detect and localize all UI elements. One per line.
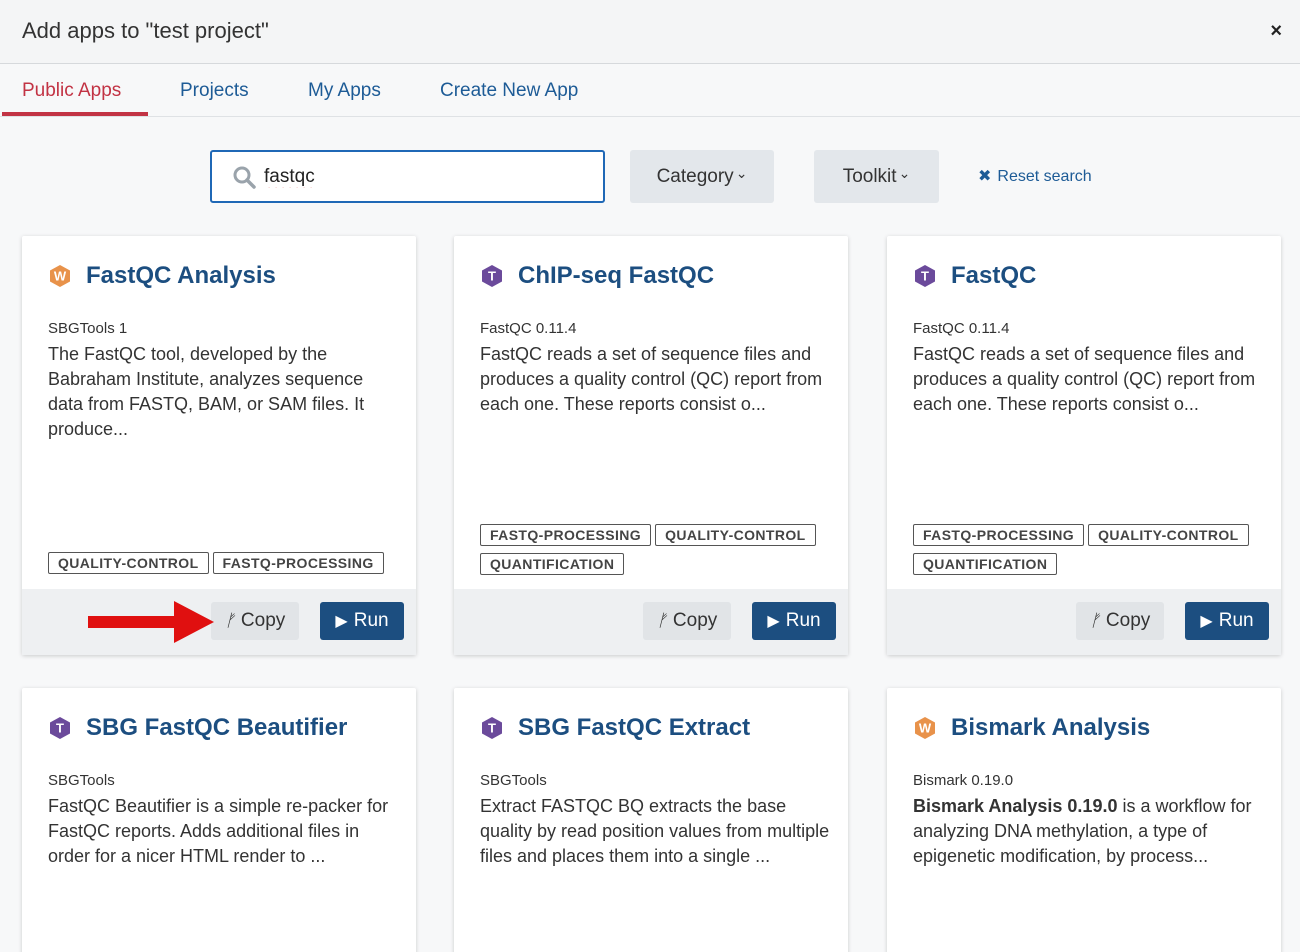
app-title[interactable]: Bismark Analysis [951,714,1150,742]
tab-bar: Public Apps Projects My Apps Create New … [0,64,1300,117]
fork-icon: ᚠ [224,611,235,630]
app-description: FastQC reads a set of sequence files and… [913,344,1256,414]
tool-badge-icon: T [482,717,502,739]
svg-text:T: T [488,269,496,284]
card-footer: ᚠ Copy ▶ Run [887,589,1281,655]
tab-public-apps[interactable]: Public Apps [22,80,121,102]
tag-list: FASTQ-PROCESSING QUALITY-CONTROL QUANTIF… [480,524,840,575]
search-input[interactable] [264,164,584,190]
app-card: T SBG FastQC Extract SBGTools Extract FA… [454,688,848,952]
app-title[interactable]: FastQC Analysis [86,262,276,290]
workflow-badge-icon: W [50,265,70,287]
app-description: FastQC reads a set of sequence files and… [480,344,823,414]
chevron-down-icon: ⌄ [735,165,748,181]
reset-search-link[interactable]: ✖ Reset search [978,166,1092,186]
search-box[interactable] [210,150,605,203]
run-label: Run [785,610,821,631]
copy-button[interactable]: ᚠ Copy [643,602,731,640]
tag-list: FASTQ-PROCESSING QUALITY-CONTROL QUANTIF… [913,524,1273,575]
app-description-bold: Bismark Analysis 0.19.0 [913,796,1118,816]
tag[interactable]: QUANTIFICATION [913,553,1058,575]
card-footer: ᚠ Copy ▶ Run [454,589,848,655]
app-description: FastQC Beautifier is a simple re-packer … [48,796,389,866]
toolkit-label: Toolkit [842,166,897,187]
category-label: Category [656,166,734,187]
app-title[interactable]: FastQC [951,262,1036,290]
workflow-badge-icon: W [915,717,935,739]
tool-badge-icon: T [915,265,935,287]
copy-label: Copy [240,610,286,631]
toolkit-dropdown[interactable]: Toolkit ⌄ [814,150,939,203]
tool-badge-icon: T [482,265,502,287]
tag[interactable]: FASTQ-PROCESSING [913,524,1085,546]
copy-label: Copy [672,610,718,631]
app-toolkit: SBGTools 1 [48,320,128,337]
copy-button[interactable]: ᚠ Copy [211,602,299,640]
app-toolkit: SBGTools [480,772,547,789]
svg-text:W: W [919,721,932,736]
run-button[interactable]: ▶ Run [1185,602,1269,640]
play-icon: ▶ [335,613,348,630]
fork-icon: ᚠ [1089,611,1100,630]
search-icon [233,166,256,189]
tag[interactable]: QUANTIFICATION [480,553,625,575]
tag[interactable]: QUALITY-CONTROL [655,524,816,546]
close-icon[interactable]: × [1270,20,1282,43]
modal-title: Add apps to "test project" [22,18,269,43]
tab-projects[interactable]: Projects [180,80,249,102]
fork-icon: ᚠ [656,611,667,630]
tag[interactable]: QUALITY-CONTROL [1088,524,1249,546]
app-description: Bismark Analysis 0.19.0 is a workflow fo… [913,794,1263,869]
app-title[interactable]: SBG FastQC Extract [518,714,750,742]
app-description: Extract FASTQC BQ extracts the base qual… [480,796,830,866]
run-label: Run [353,610,389,631]
app-toolkit: FastQC 0.11.4 [480,320,577,337]
app-toolkit: FastQC 0.11.4 [913,320,1010,337]
app-card: T FastQC FastQC 0.11.4 FastQC reads a se… [887,236,1281,655]
active-tab-indicator [2,112,148,116]
modal-header: Add apps to "test project" × [0,0,1300,64]
svg-text:W: W [54,269,67,284]
svg-text:T: T [488,721,496,736]
app-description: The FastQC tool, developed by the Babrah… [48,344,365,439]
copy-button[interactable]: ᚠ Copy [1076,602,1164,640]
tab-create-new-app[interactable]: Create New App [440,80,578,102]
app-title[interactable]: SBG FastQC Beautifier [86,714,347,742]
svg-text:T: T [921,269,929,284]
category-dropdown[interactable]: Category ⌄ [630,150,774,203]
card-footer: ᚠ Copy ▶ Run [22,589,416,655]
tool-badge-icon: T [50,717,70,739]
play-icon: ▶ [1200,613,1213,630]
app-card: W Bismark Analysis Bismark 0.19.0 Bismar… [887,688,1281,952]
tag-list: QUALITY-CONTROL FASTQ-PROCESSING [48,552,408,574]
app-toolkit: SBGTools [48,772,115,789]
run-button[interactable]: ▶ Run [320,602,404,640]
copy-label: Copy [1105,610,1151,631]
tab-my-apps[interactable]: My Apps [308,80,381,102]
tag[interactable]: FASTQ-PROCESSING [480,524,652,546]
run-label: Run [1218,610,1254,631]
chevron-down-icon: ⌄ [898,165,911,181]
app-card: W FastQC Analysis SBGTools 1 The FastQC … [22,236,416,655]
play-icon: ▶ [767,613,780,630]
tag[interactable]: QUALITY-CONTROL [48,552,209,574]
run-button[interactable]: ▶ Run [752,602,836,640]
tag[interactable]: FASTQ-PROCESSING [212,552,384,574]
app-title[interactable]: ChIP-seq FastQC [518,262,714,290]
app-card: T ChIP-seq FastQC FastQC 0.11.4 FastQC r… [454,236,848,655]
annotation-arrow-icon [88,601,214,643]
app-toolkit: Bismark 0.19.0 [913,772,1014,789]
close-icon: ✖ [978,168,992,185]
app-card: T SBG FastQC Beautifier SBGTools FastQC … [22,688,416,952]
svg-text:T: T [56,721,64,736]
reset-search-label: Reset search [997,168,1092,185]
